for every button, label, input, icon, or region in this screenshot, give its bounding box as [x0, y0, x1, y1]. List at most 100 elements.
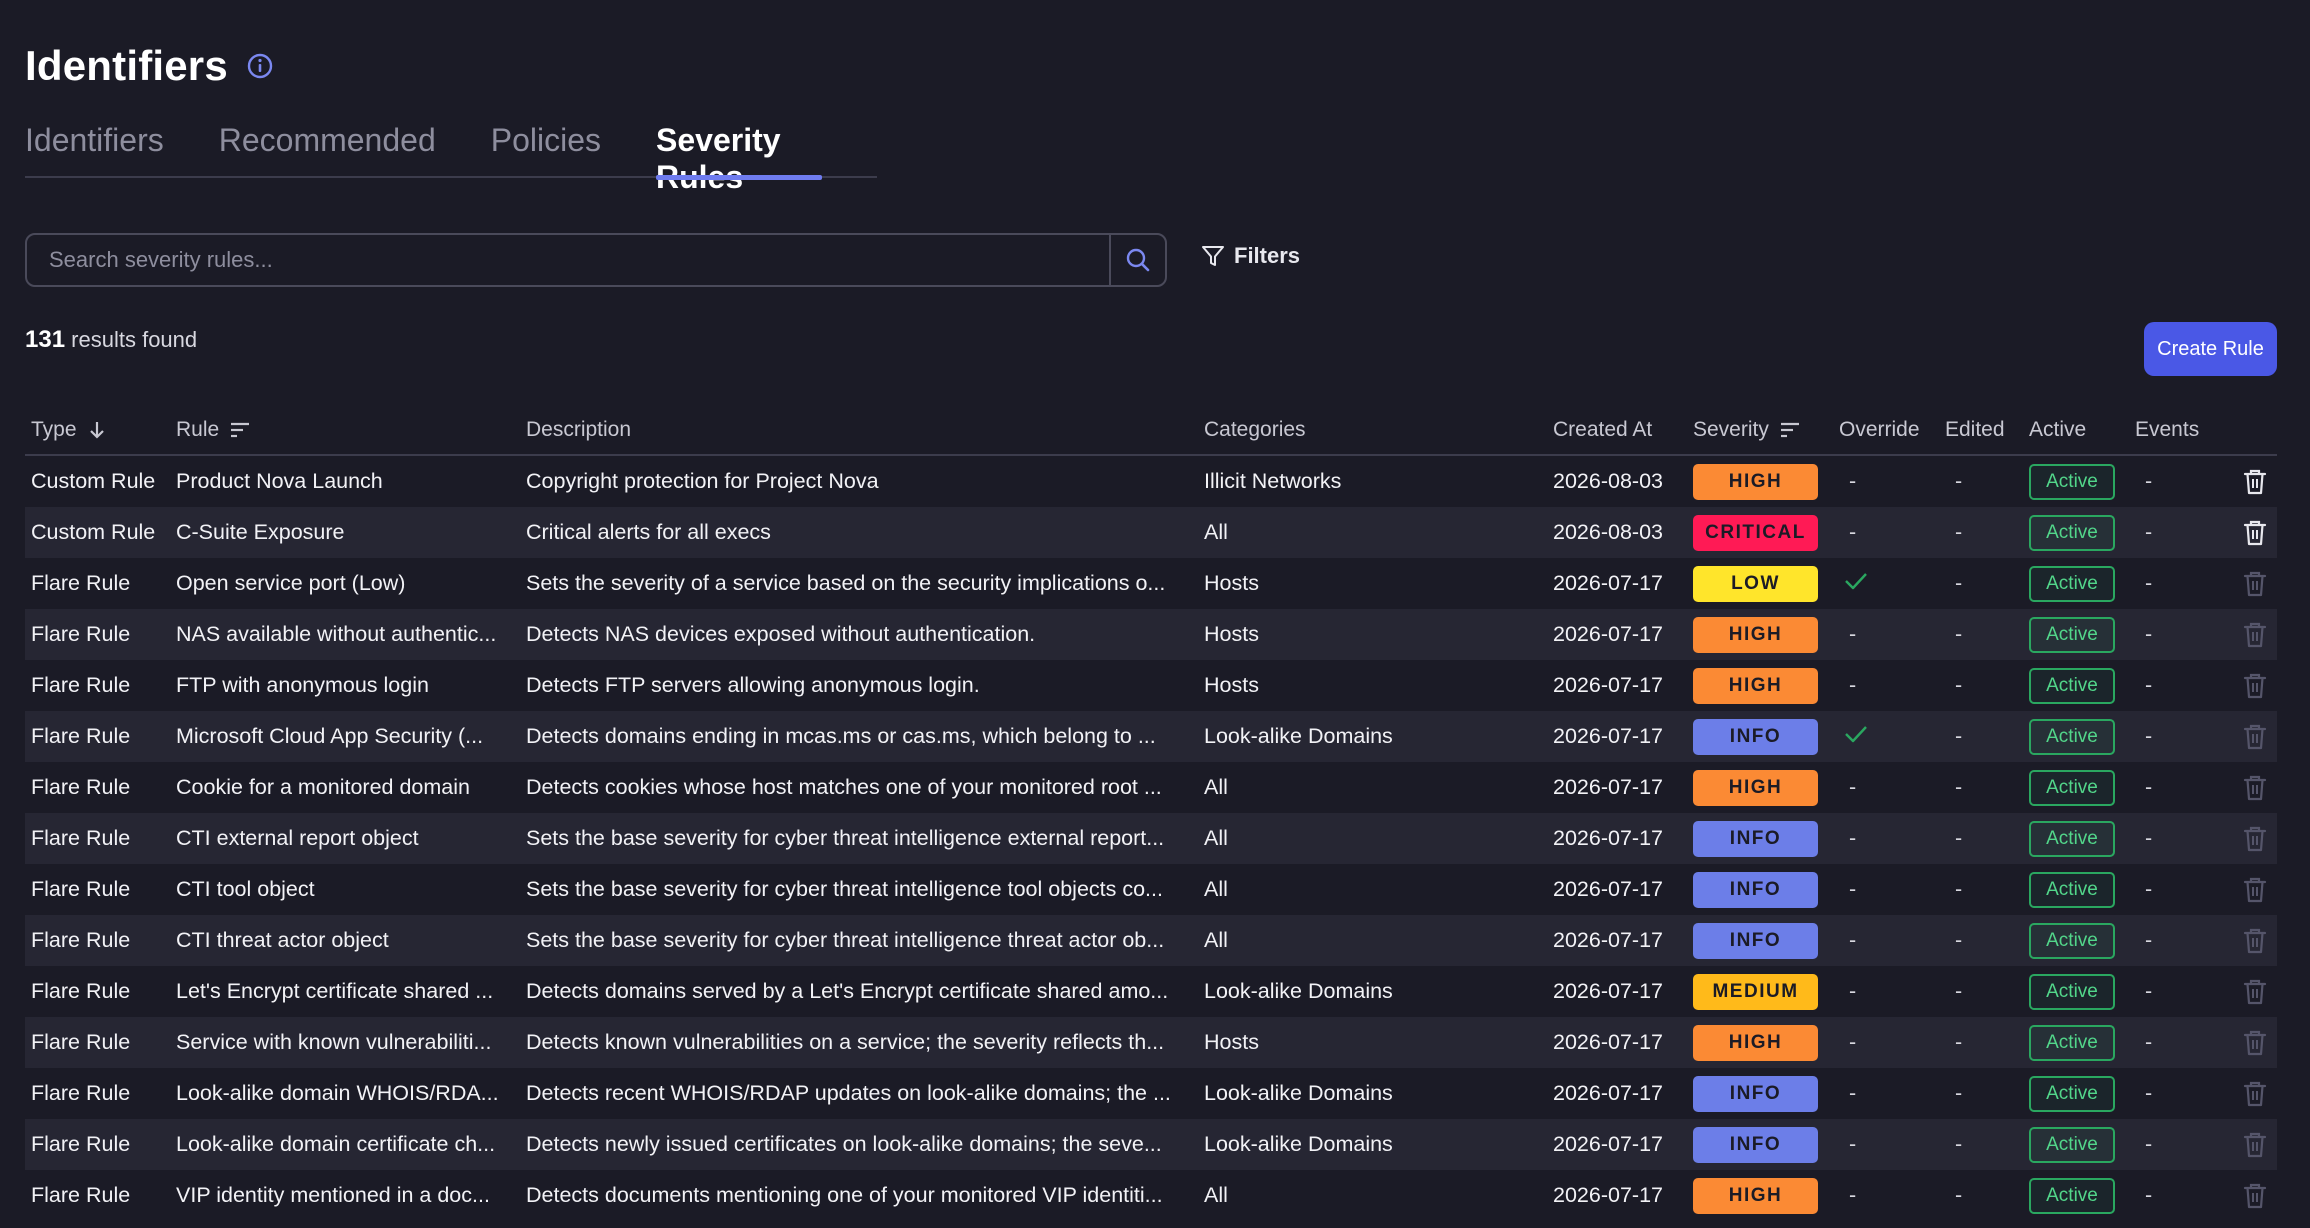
cell-edited: -	[1955, 1030, 1963, 1054]
cell-created-at: 2026-07-17	[1553, 622, 1663, 646]
cell-created-at: 2026-08-03	[1553, 469, 1663, 493]
active-badge[interactable]: Active	[2029, 565, 2115, 602]
active-badge[interactable]: Active	[2029, 973, 2115, 1010]
cell-rule[interactable]: C-Suite Exposure	[170, 520, 520, 545]
delete-button[interactable]	[2227, 519, 2277, 547]
delete-button	[2227, 1029, 2277, 1057]
severity-badge: CRITICAL	[1693, 514, 1818, 551]
cell-rule[interactable]: VIP identity mentioned in a doc...	[170, 1183, 520, 1208]
cell-rule[interactable]: Service with known vulnerabiliti...	[170, 1030, 520, 1055]
cell-events: -	[2145, 622, 2153, 646]
table-row[interactable]: Flare Rule Service with known vulnerabil…	[25, 1017, 2277, 1068]
column-created-at[interactable]: Created At	[1547, 418, 1687, 442]
trash-icon	[2243, 1132, 2267, 1157]
override-value: -	[1849, 1081, 1857, 1105]
results-summary: 131 results found	[25, 326, 197, 354]
table-row[interactable]: Flare Rule Look-alike domain certificate…	[25, 1119, 2277, 1170]
search-box	[25, 233, 1167, 287]
cell-override: -	[1833, 877, 1939, 902]
cell-description: Detects FTP servers allowing anonymous l…	[526, 673, 980, 697]
table-row[interactable]: Flare Rule Cookie for a monitored domain…	[25, 762, 2277, 813]
cell-events: -	[2145, 724, 2153, 748]
tab-severity-rules[interactable]: Severity Rules	[656, 112, 822, 195]
cell-edited: -	[1955, 826, 1963, 850]
table-row[interactable]: Flare Rule Look-alike domain WHOIS/RDA..…	[25, 1068, 2277, 1119]
cell-type: Flare Rule	[31, 928, 131, 952]
cell-created-at: 2026-07-17	[1553, 826, 1663, 850]
active-badge[interactable]: Active	[2029, 667, 2115, 704]
cell-rule[interactable]: Look-alike domain WHOIS/RDA...	[170, 1081, 520, 1106]
delete-button	[2227, 825, 2277, 853]
delete-button	[2227, 1182, 2277, 1210]
cell-type: Flare Rule	[31, 1081, 131, 1105]
active-badge[interactable]: Active	[2029, 769, 2115, 806]
cell-rule[interactable]: Cookie for a monitored domain	[170, 775, 520, 800]
table-row[interactable]: Flare Rule Let's Encrypt certificate sha…	[25, 966, 2277, 1017]
cell-events: -	[2145, 928, 2153, 952]
active-badge[interactable]: Active	[2029, 871, 2115, 908]
filters-label: Filters	[1234, 243, 1301, 268]
active-badge[interactable]: Active	[2029, 616, 2115, 653]
search-input[interactable]	[27, 235, 1109, 285]
active-badge[interactable]: Active	[2029, 820, 2115, 857]
cell-categories: Look-alike Domains	[1204, 1132, 1393, 1156]
cell-edited: -	[1955, 1183, 1963, 1207]
cell-categories: All	[1204, 928, 1228, 952]
active-badge[interactable]: Active	[2029, 1126, 2115, 1163]
trash-icon	[2243, 1081, 2267, 1106]
cell-rule[interactable]: CTI external report object	[170, 826, 520, 851]
cell-type: Flare Rule	[31, 622, 131, 646]
column-rule[interactable]: Rule	[170, 418, 520, 442]
cell-rule[interactable]: Look-alike domain certificate ch...	[170, 1132, 520, 1157]
trash-icon	[2243, 928, 2267, 953]
active-badge[interactable]: Active	[2029, 463, 2115, 500]
table-row[interactable]: Flare Rule Microsoft Cloud App Security …	[25, 711, 2277, 762]
column-type[interactable]: Type	[25, 418, 170, 442]
cell-rule[interactable]: CTI threat actor object	[170, 928, 520, 953]
table-row[interactable]: Custom Rule C-Suite Exposure Critical al…	[25, 507, 2277, 558]
cell-rule[interactable]: CTI tool object	[170, 877, 520, 902]
cell-description: Sets the severity of a service based on …	[526, 571, 1166, 595]
table-row[interactable]: Flare Rule NAS available without authent…	[25, 609, 2277, 660]
override-value: -	[1849, 1132, 1857, 1156]
active-badge[interactable]: Active	[2029, 1024, 2115, 1061]
trash-icon	[2243, 775, 2267, 800]
column-type-label: Type	[31, 418, 77, 441]
cell-rule[interactable]: Product Nova Launch	[170, 469, 520, 494]
search-button[interactable]	[1109, 235, 1165, 285]
cell-categories: All	[1204, 826, 1228, 850]
table-row[interactable]: Flare Rule CTI external report object Se…	[25, 813, 2277, 864]
cell-rule[interactable]: NAS available without authentic...	[170, 622, 520, 647]
active-badge[interactable]: Active	[2029, 922, 2115, 959]
cell-type: Flare Rule	[31, 826, 131, 850]
cell-rule[interactable]: FTP with anonymous login	[170, 673, 520, 698]
cell-type: Flare Rule	[31, 1183, 131, 1207]
info-icon[interactable]	[246, 52, 274, 80]
cell-created-at: 2026-07-17	[1553, 1030, 1663, 1054]
cell-rule[interactable]: Let's Encrypt certificate shared ...	[170, 979, 520, 1004]
cell-rule[interactable]: Open service port (Low)	[170, 571, 520, 596]
active-badge[interactable]: Active	[2029, 1177, 2115, 1214]
table-row[interactable]: Flare Rule Open service port (Low) Sets …	[25, 558, 2277, 609]
table-row[interactable]: Flare Rule CTI threat actor object Sets …	[25, 915, 2277, 966]
cell-rule[interactable]: Microsoft Cloud App Security (...	[170, 724, 520, 749]
tab-policies[interactable]: Policies	[491, 112, 601, 178]
active-badge[interactable]: Active	[2029, 1075, 2115, 1112]
override-value: -	[1849, 877, 1857, 901]
tab-identifiers[interactable]: Identifiers	[25, 112, 164, 178]
cell-created-at: 2026-07-17	[1553, 1081, 1663, 1105]
column-severity[interactable]: Severity	[1687, 418, 1833, 442]
tab-recommended[interactable]: Recommended	[219, 112, 436, 178]
delete-button[interactable]	[2227, 468, 2277, 496]
table-row[interactable]: Flare Rule FTP with anonymous login Dete…	[25, 660, 2277, 711]
cell-override	[1833, 723, 1939, 751]
create-rule-button[interactable]: Create Rule	[2144, 322, 2277, 376]
table-row[interactable]: Custom Rule Product Nova Launch Copyrigh…	[25, 456, 2277, 507]
cell-created-at: 2026-07-17	[1553, 724, 1663, 748]
filters-button[interactable]: Filters	[1200, 243, 1300, 269]
cell-edited: -	[1955, 571, 1963, 595]
active-badge[interactable]: Active	[2029, 718, 2115, 755]
table-row[interactable]: Flare Rule CTI tool object Sets the base…	[25, 864, 2277, 915]
table-row[interactable]: Flare Rule VIP identity mentioned in a d…	[25, 1170, 2277, 1221]
active-badge[interactable]: Active	[2029, 514, 2115, 551]
